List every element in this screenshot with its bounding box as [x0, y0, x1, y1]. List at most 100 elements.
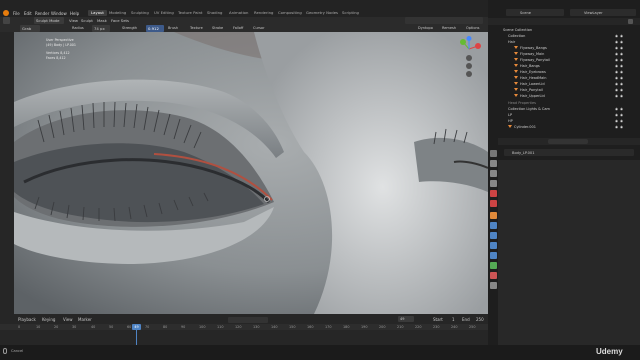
gizmo-z-axis-icon[interactable]	[466, 36, 472, 41]
outliner-item[interactable]: Hair_Eyebrows	[514, 70, 546, 75]
menu-render[interactable]: Render	[35, 11, 49, 16]
visibility-toggles[interactable]: ◉◉	[615, 46, 635, 51]
outliner-item[interactable]: Flyaway_Bangs	[514, 46, 547, 51]
dropdown-falloff[interactable]: Falloff	[233, 26, 243, 30]
start-frame-field[interactable]: 1	[452, 317, 455, 322]
timeline-menu-view[interactable]: View	[63, 317, 73, 322]
menu-face-sets[interactable]: Face Sets	[111, 18, 129, 23]
view-layer-properties-icon[interactable]	[490, 180, 497, 187]
dropdown-stroke[interactable]: Stroke	[212, 26, 223, 30]
outliner-item[interactable]: Hair_LowerLid	[514, 82, 545, 87]
visibility-toggles[interactable]: ◉◉	[615, 58, 635, 63]
outliner-lights-cam[interactable]: Collection Lights & Cam	[508, 107, 550, 112]
outliner-hair[interactable]: Hair	[508, 40, 515, 45]
output-properties-icon[interactable]	[490, 170, 497, 177]
timeline-menu-playback[interactable]: Playback	[18, 317, 36, 322]
visibility-toggles[interactable]: ◉◉	[615, 94, 635, 99]
menu-sculpt[interactable]: Sculpt	[81, 18, 93, 23]
visibility-toggles[interactable]: ◉◉	[615, 113, 635, 118]
tab-texture-paint[interactable]: Texture Paint	[175, 10, 206, 16]
tab-geometry-nodes[interactable]: Geometry Nodes	[303, 10, 341, 16]
outliner-item[interactable]: Flyaway_Ponytail	[514, 58, 550, 63]
gizmo-x-axis-icon[interactable]	[475, 43, 481, 49]
visibility-toggles[interactable]: ◉◉	[615, 34, 635, 39]
outliner-root[interactable]: Scene Collection	[503, 28, 532, 33]
scene-properties-icon[interactable]	[490, 190, 497, 197]
visibility-toggles[interactable]: ◉◉	[615, 64, 635, 69]
viewlayer-selector[interactable]	[570, 9, 636, 16]
texture-properties-icon[interactable]	[490, 282, 497, 289]
outliner-hp[interactable]: HP	[508, 119, 513, 124]
brush-selector[interactable]: Grab	[20, 25, 40, 32]
outliner-lp[interactable]: LP	[508, 113, 512, 118]
tab-layout[interactable]: Layout	[88, 10, 107, 16]
visibility-toggles[interactable]: ◉◉	[615, 52, 635, 57]
material-properties-icon[interactable]	[490, 272, 497, 279]
camera-view-icon[interactable]	[466, 71, 472, 77]
data-properties-icon[interactable]	[490, 262, 497, 269]
menu-edit[interactable]: Edit	[24, 11, 32, 16]
menu-file[interactable]: File	[13, 11, 20, 16]
current-frame-field[interactable]: 49	[398, 316, 414, 322]
visibility-toggles[interactable]: ◉◉	[615, 82, 635, 87]
strength-field[interactable]: 0.912	[146, 25, 164, 32]
scene-label[interactable]: Scene	[520, 11, 531, 15]
outliner-item[interactable]: Hair_Bangs	[514, 64, 540, 69]
zoom-icon[interactable]	[466, 55, 472, 61]
outliner-item[interactable]: Hair_UpperLid	[514, 94, 545, 99]
outliner-item[interactable]: Hair_HeadMain	[514, 76, 546, 81]
options-dropdown[interactable]: Options	[466, 26, 480, 30]
outliner-head-properties[interactable]: Head Properties	[508, 101, 536, 106]
visibility-toggles[interactable]: ◉◉	[615, 40, 635, 45]
tab-uv-editing[interactable]: UV Editing	[151, 10, 177, 16]
visibility-toggles[interactable]: ◉◉	[615, 70, 635, 75]
render-properties-icon[interactable]	[490, 160, 497, 167]
blender-logo-icon[interactable]	[3, 10, 9, 16]
editor-type-button[interactable]	[3, 17, 10, 24]
tab-scripting[interactable]: Scripting	[339, 10, 362, 16]
menu-window[interactable]: Window	[51, 11, 67, 16]
tab-animation[interactable]: Animation	[226, 10, 251, 16]
visibility-toggles[interactable]: ◉◉	[615, 125, 635, 130]
outliner-item[interactable]: Hair_Ponytail	[514, 88, 543, 93]
navigation-gizmo[interactable]	[454, 36, 484, 82]
dropdown-cursor[interactable]: Cursor	[253, 26, 265, 30]
tab-modeling[interactable]: Modeling	[106, 10, 129, 16]
object-name-field[interactable]: Body_LP.001	[512, 151, 534, 155]
dyntopo-toggle[interactable]: Dyntopo	[418, 26, 433, 30]
playback-controls[interactable]	[228, 317, 268, 323]
visibility-toggles[interactable]: ◉◉	[615, 107, 635, 112]
tab-compositing[interactable]: Compositing	[275, 10, 305, 16]
world-properties-icon[interactable]	[490, 200, 497, 207]
scene-selector[interactable]	[506, 9, 564, 16]
end-frame-field[interactable]: 250	[476, 317, 484, 322]
menu-view[interactable]: View	[69, 18, 78, 23]
outliner-item[interactable]: Flyaway_Main	[514, 52, 544, 57]
properties-search[interactable]	[548, 139, 588, 144]
outliner-filter-icon[interactable]	[628, 19, 633, 24]
remesh-dropdown[interactable]: Remesh	[442, 26, 456, 30]
visibility-toggles[interactable]: ◉◉	[615, 119, 635, 124]
object-properties-icon[interactable]	[490, 212, 497, 219]
dropdown-texture[interactable]: Texture	[190, 26, 203, 30]
timeline-menu-keying[interactable]: Keying	[42, 317, 55, 322]
gizmo-y-axis-icon[interactable]	[460, 39, 466, 45]
radius-field[interactable]: 74 px	[92, 25, 110, 32]
tool-properties-icon[interactable]	[490, 150, 497, 157]
3d-viewport[interactable]	[14, 32, 488, 314]
outliner-item[interactable]: Cylinder.001	[508, 125, 536, 130]
viewport-shading-icons[interactable]	[405, 17, 483, 24]
visibility-toggles[interactable]: ◉◉	[615, 88, 635, 93]
physics-properties-icon[interactable]	[490, 242, 497, 249]
tab-sculpting[interactable]: Sculpting	[128, 10, 152, 16]
dropdown-brush[interactable]: Brush	[168, 26, 178, 30]
menu-help[interactable]: Help	[70, 11, 79, 16]
visibility-toggles[interactable]: ◉◉	[615, 76, 635, 81]
menu-mask[interactable]: Mask	[97, 18, 107, 23]
tab-shading[interactable]: Shading	[204, 10, 225, 16]
tab-rendering[interactable]: Rendering	[251, 10, 276, 16]
pan-hand-icon[interactable]	[466, 63, 472, 69]
outliner-collection[interactable]: Collection	[508, 34, 525, 39]
timeline-menu-marker[interactable]: Marker	[78, 317, 92, 322]
viewlayer-label[interactable]: ViewLayer	[584, 11, 603, 15]
